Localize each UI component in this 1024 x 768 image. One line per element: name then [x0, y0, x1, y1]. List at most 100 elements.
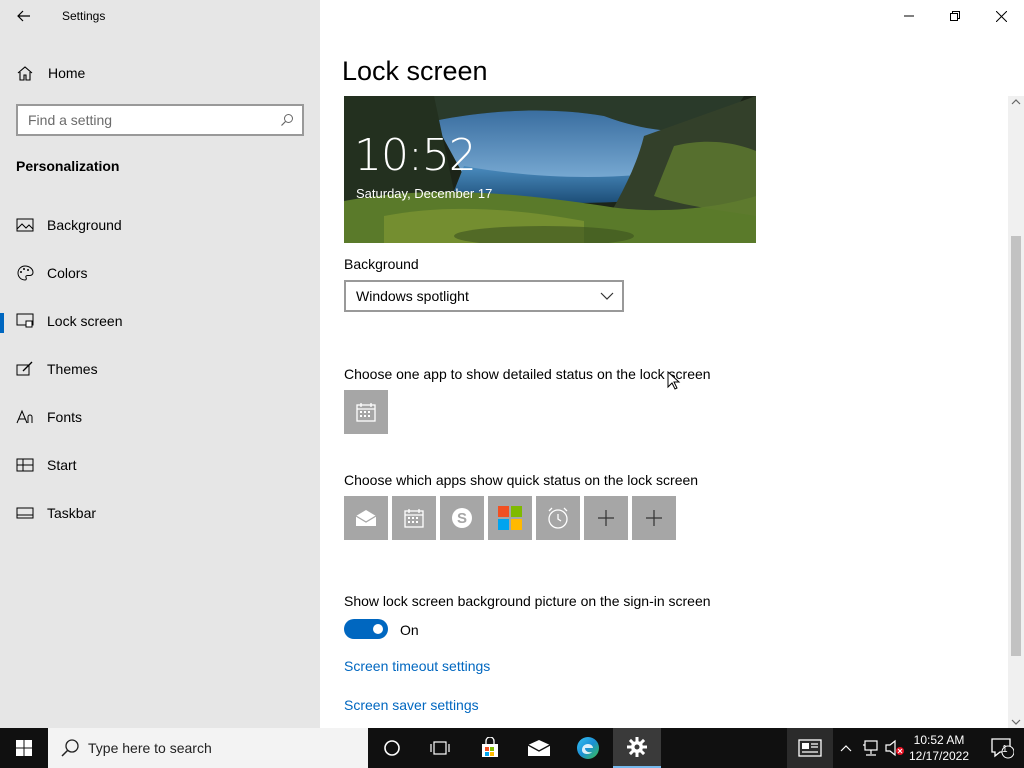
scrollbar-thumb[interactable]: [1011, 236, 1021, 656]
news-widget-button[interactable]: [787, 728, 833, 768]
screen-timeout-link[interactable]: Screen timeout settings: [344, 658, 490, 674]
clock-date: 12/17/2022: [908, 749, 970, 763]
mail-icon: [527, 740, 551, 756]
clock-time: 10:52 AM: [913, 733, 965, 747]
back-arrow-icon: [17, 10, 30, 22]
preview-time: 10:52: [354, 130, 477, 181]
detailed-status-label: Choose one app to show detailed status o…: [344, 366, 711, 382]
taskbar-search-placeholder: Type here to search: [88, 740, 212, 756]
store-icon: [498, 506, 522, 530]
quick-status-add-button-1[interactable]: [584, 496, 628, 540]
search-box[interactable]: [16, 104, 304, 136]
back-button[interactable]: [8, 4, 40, 28]
minimize-button[interactable]: [886, 0, 932, 32]
chevron-down-icon: [600, 292, 614, 300]
background-dropdown[interactable]: Windows spotlight: [344, 280, 624, 312]
store-taskbar-button[interactable]: [466, 728, 514, 768]
quick-status-add-button-2[interactable]: [632, 496, 676, 540]
lock-screen-preview: 10:52 Saturday, December 17: [344, 96, 756, 243]
background-label: Background: [344, 256, 419, 272]
taskbar: Type here to search 10:52 AM 12/17/2022 …: [0, 728, 1024, 768]
signin-background-label: Show lock screen background picture on t…: [344, 593, 711, 609]
home-label: Home: [48, 65, 86, 81]
sidebar-item-label: Background: [47, 217, 122, 233]
add-icon: [598, 510, 614, 526]
minimize-icon: [904, 15, 914, 17]
sidebar-item-background[interactable]: Background: [0, 205, 320, 245]
sidebar-item-label: Colors: [47, 265, 88, 281]
screen-saver-link[interactable]: Screen saver settings: [344, 697, 479, 713]
toggle-state-label: On: [400, 622, 419, 638]
section-title: Personalization: [16, 158, 120, 174]
sidebar-item-lock-screen[interactable]: Lock screen: [0, 301, 320, 341]
sidebar-item-themes[interactable]: Themes: [0, 349, 320, 389]
sidebar: Settings Home Personalization Background…: [0, 0, 320, 728]
signin-background-toggle[interactable]: [344, 619, 388, 639]
alarm-clock-icon: [548, 507, 568, 529]
background-dropdown-value: Windows spotlight: [356, 288, 469, 304]
sidebar-item-colors[interactable]: Colors: [0, 253, 320, 293]
settings-taskbar-button[interactable]: [613, 728, 661, 768]
gear-icon: [627, 737, 647, 757]
sidebar-item-home[interactable]: Home: [16, 62, 85, 84]
scroll-up-icon[interactable]: [1011, 98, 1021, 106]
restore-icon: [950, 11, 960, 21]
start-layout-icon: [16, 458, 34, 472]
edge-browser-icon: [577, 737, 599, 759]
task-view-icon: [430, 741, 450, 755]
palette-icon: [17, 265, 34, 281]
action-center-button[interactable]: 1: [980, 728, 1024, 768]
sidebar-item-label: Start: [47, 457, 77, 473]
cortana-button[interactable]: [368, 728, 416, 768]
task-view-button[interactable]: [416, 728, 464, 768]
mail-taskbar-button[interactable]: [515, 728, 563, 768]
chevron-up-icon[interactable]: [840, 743, 852, 753]
quick-status-label: Choose which apps show quick status on t…: [344, 472, 699, 488]
taskbar-icon: [16, 507, 34, 519]
taskbar-clock[interactable]: 10:52 AM 12/17/2022: [904, 732, 974, 764]
start-button[interactable]: [0, 728, 48, 768]
volume-muted-icon[interactable]: [885, 739, 905, 757]
search-icon: [61, 739, 79, 757]
restore-button[interactable]: [932, 0, 978, 32]
sidebar-item-label: Themes: [47, 361, 98, 377]
home-icon: [17, 66, 33, 81]
image-icon: [16, 218, 34, 232]
calendar-icon: [356, 403, 376, 422]
svg-text:S: S: [457, 510, 467, 527]
sidebar-item-label: Taskbar: [47, 505, 97, 521]
taskbar-search-box[interactable]: Type here to search: [48, 728, 368, 768]
scroll-down-icon[interactable]: [1011, 718, 1021, 726]
edge-taskbar-button[interactable]: [564, 728, 612, 768]
search-input[interactable]: [18, 106, 268, 134]
window-controls: [886, 0, 1024, 32]
mail-icon: [355, 510, 377, 526]
vertical-scrollbar[interactable]: [1008, 96, 1024, 728]
selection-indicator: [0, 313, 4, 333]
windows-logo-icon: [16, 740, 32, 756]
brush-icon: [16, 361, 33, 376]
skype-icon: S: [452, 508, 472, 528]
detailed-status-app-button[interactable]: [344, 390, 388, 434]
quick-status-calendar-button[interactable]: [392, 496, 436, 540]
font-icon: [16, 409, 33, 424]
toggle-knob: [373, 624, 383, 634]
mouse-cursor-icon: [667, 371, 681, 390]
lock-screen-icon: [16, 313, 34, 328]
cortana-icon: [384, 740, 400, 756]
sidebar-item-taskbar[interactable]: Taskbar: [0, 493, 320, 533]
page-title: Lock screen: [342, 56, 488, 86]
store-bag-icon: [482, 737, 498, 757]
quick-status-skype-button[interactable]: S: [440, 496, 484, 540]
quick-status-mail-button[interactable]: [344, 496, 388, 540]
titlebar-left: Settings: [0, 0, 320, 32]
add-icon: [646, 510, 662, 526]
network-icon[interactable]: [862, 739, 880, 757]
quick-status-store-button[interactable]: [488, 496, 532, 540]
quick-status-alarm-button[interactable]: [536, 496, 580, 540]
sidebar-item-fonts[interactable]: Fonts: [0, 397, 320, 437]
notification-count: 1: [1002, 744, 1008, 755]
close-button[interactable]: [978, 0, 1024, 32]
search-icon[interactable]: [280, 113, 294, 127]
sidebar-item-start[interactable]: Start: [0, 445, 320, 485]
